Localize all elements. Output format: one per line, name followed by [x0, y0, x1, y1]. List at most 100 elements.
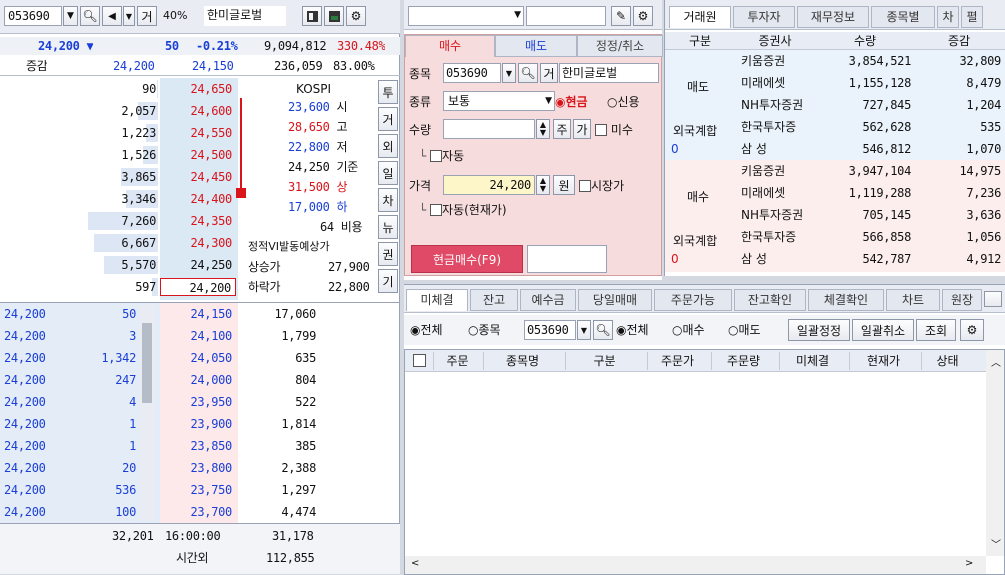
- broker-tab[interactable]: 차: [937, 6, 959, 28]
- won-button[interactable]: 원: [553, 175, 575, 195]
- filter-buy-radio[interactable]: ○매수: [672, 321, 705, 339]
- bottom-tab[interactable]: 당일매매: [578, 289, 652, 311]
- side-button[interactable]: 뉴: [378, 215, 398, 239]
- detail-button[interactable]: 거: [137, 6, 157, 26]
- window-icon-2[interactable]: [324, 6, 344, 26]
- tick-scrollbar[interactable]: [140, 305, 154, 521]
- side-button[interactable]: 일: [378, 161, 398, 185]
- cash-buy-button[interactable]: 현금매수(F9): [411, 245, 523, 273]
- ask-price[interactable]: 24,550: [160, 124, 236, 142]
- bid-price[interactable]: 24,000: [160, 371, 236, 389]
- ask-price[interactable]: 24,600: [160, 102, 236, 120]
- filter-all-radio[interactable]: ◉전체: [410, 321, 443, 339]
- side-button[interactable]: 거: [378, 107, 398, 131]
- filter-sell-radio[interactable]: ○매도: [728, 321, 761, 339]
- account-select[interactable]: ▼: [408, 6, 524, 26]
- qty-spinner[interactable]: ▲ ▼: [536, 119, 550, 139]
- undecided-checkbox[interactable]: 미수: [595, 121, 633, 139]
- bottom-tab[interactable]: 미체결: [406, 289, 468, 311]
- bottom-settings-button[interactable]: ⚙: [960, 319, 984, 341]
- filter-stock-radio[interactable]: ○종목: [468, 321, 501, 339]
- ask-price[interactable]: 24,500: [160, 146, 236, 164]
- ask-price[interactable]: 24,200: [160, 278, 236, 296]
- bottom-tab[interactable]: 잔고확인: [734, 289, 806, 311]
- ask-price[interactable]: 24,650: [160, 80, 236, 98]
- query-button[interactable]: 조회: [916, 319, 956, 341]
- bid-price[interactable]: 23,950: [160, 393, 236, 411]
- bid-price[interactable]: 23,850: [160, 437, 236, 455]
- side-button[interactable]: 외: [378, 134, 398, 158]
- market-price-checkbox[interactable]: 시장가: [579, 177, 624, 195]
- bottom-tab[interactable]: 체결확인: [808, 289, 884, 311]
- order-code-input[interactable]: 053690: [443, 63, 501, 83]
- qty-input[interactable]: [443, 119, 535, 139]
- bid-price[interactable]: 24,150: [160, 305, 236, 323]
- price-range-bar: [240, 98, 242, 198]
- broker-change: 535: [980, 120, 1001, 134]
- sound-dropdown[interactable]: ▼: [123, 6, 135, 26]
- order-settings-button[interactable]: ⚙: [633, 6, 653, 26]
- order-code-dropdown[interactable]: ▼: [502, 63, 516, 83]
- filter-code-input[interactable]: 053690: [524, 320, 576, 340]
- bulk-modify-button[interactable]: 일괄정정: [788, 319, 850, 341]
- ask-price[interactable]: 24,450: [160, 168, 236, 186]
- bottom-tab[interactable]: 원장: [942, 289, 982, 311]
- auto-checkbox[interactable]: └ 자동: [419, 147, 464, 165]
- broker-tab[interactable]: 펼: [961, 6, 983, 28]
- stock-code-input[interactable]: 053690: [4, 6, 62, 26]
- select-all-checkbox[interactable]: [413, 354, 426, 367]
- search-icon: 🔍︎: [520, 66, 536, 80]
- code-dropdown-button[interactable]: ▼: [63, 6, 78, 26]
- qty-price-button[interactable]: 가: [573, 119, 591, 139]
- order-type-select[interactable]: 보통 ▼: [443, 91, 555, 111]
- cash-radio[interactable]: ◉현금: [555, 93, 588, 111]
- bottom-tab[interactable]: 예수금: [520, 289, 576, 311]
- ask-price[interactable]: 24,400: [160, 190, 236, 208]
- side-button[interactable]: 권: [378, 242, 398, 266]
- ask-price[interactable]: 24,300: [160, 234, 236, 252]
- eraser-button[interactable]: ✎: [611, 6, 631, 26]
- bid-price[interactable]: 23,800: [160, 459, 236, 477]
- grid-vscrollbar[interactable]: ︿ ﹀: [986, 350, 1004, 556]
- qty-shares-button[interactable]: 주: [553, 119, 571, 139]
- tab-buy[interactable]: 매수: [405, 35, 495, 57]
- window-icon-1[interactable]: [302, 6, 322, 26]
- tab-sell[interactable]: 매도: [495, 35, 577, 57]
- broker-col-header: 구분: [688, 34, 712, 48]
- bid-price[interactable]: 23,700: [160, 503, 236, 521]
- bid-price[interactable]: 23,900: [160, 415, 236, 433]
- auto-current-checkbox[interactable]: └ 자동(현재가): [419, 201, 507, 219]
- side-button[interactable]: 차: [378, 188, 398, 212]
- settings-button[interactable]: ⚙: [346, 6, 366, 26]
- filter-all2-radio[interactable]: ◉전체: [616, 321, 649, 339]
- bid-price[interactable]: 24,050: [160, 349, 236, 367]
- bulk-cancel-button[interactable]: 일괄취소: [852, 319, 914, 341]
- bid-price[interactable]: 23,750: [160, 481, 236, 499]
- filter-search-button[interactable]: 🔍︎: [593, 320, 613, 340]
- price-spinner[interactable]: ▲ ▼: [536, 175, 550, 195]
- bid-price[interactable]: 24,100: [160, 327, 236, 345]
- ask-price[interactable]: 24,250: [160, 256, 236, 274]
- bottom-tab[interactable]: 잔고: [470, 289, 518, 311]
- filter-code-dropdown[interactable]: ▼: [577, 320, 591, 340]
- credit-radio[interactable]: ○신용: [607, 93, 640, 111]
- side-button[interactable]: 투: [378, 80, 398, 104]
- password-input[interactable]: [526, 6, 606, 26]
- ask-price[interactable]: 24,350: [160, 212, 236, 230]
- broker-tab[interactable]: 거래원: [669, 6, 731, 28]
- side-button[interactable]: 기: [378, 269, 398, 293]
- bottom-tab[interactable]: 차트: [886, 289, 940, 311]
- bottom-tab[interactable]: 주문가능: [654, 289, 732, 311]
- broker-tab[interactable]: 투자자: [733, 6, 795, 28]
- search-button[interactable]: 🔍︎: [80, 6, 100, 26]
- broker-tab[interactable]: 재무정보: [797, 6, 869, 28]
- tab-modify[interactable]: 정정/취소: [577, 35, 663, 57]
- price-input[interactable]: 24,200: [443, 175, 535, 195]
- order-search-button[interactable]: 🔍︎: [518, 63, 538, 83]
- grid-hscrollbar[interactable]: < >: [405, 556, 986, 574]
- sound-button[interactable]: ◀︎: [102, 6, 122, 26]
- broker-tab[interactable]: 종목별: [871, 6, 935, 28]
- bottom-tabs-scroll[interactable]: [984, 291, 1002, 307]
- bid-qty: 2,388: [281, 461, 316, 475]
- order-detail-button[interactable]: 거: [540, 63, 558, 83]
